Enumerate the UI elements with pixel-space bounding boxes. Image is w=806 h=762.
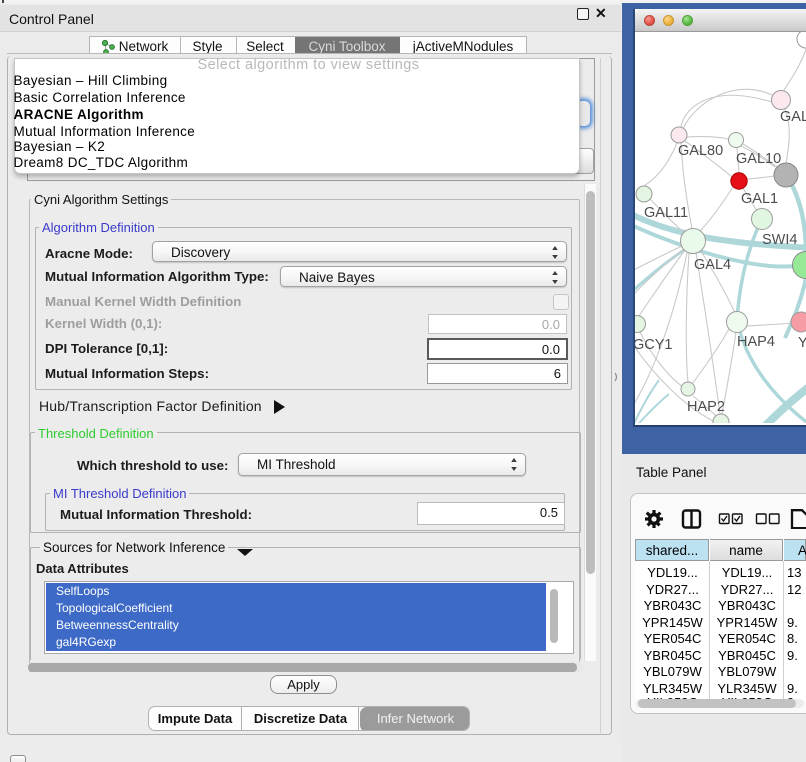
svg-text:GAL11: GAL11 (644, 205, 688, 221)
svg-text:YE: YE (798, 335, 806, 351)
svg-text:GAL80: GAL80 (678, 143, 723, 159)
svg-text:GAL4: GAL4 (694, 257, 731, 273)
svg-text:GAL7: GAL7 (780, 109, 806, 125)
svg-text:GAL10: GAL10 (736, 151, 781, 167)
svg-text:HAP4: HAP4 (737, 334, 775, 350)
svg-text:GCY1: GCY1 (635, 337, 673, 353)
svg-text:GAL1: GAL1 (741, 191, 778, 207)
svg-text:SWI4: SWI4 (762, 232, 797, 248)
svg-text:HAP2: HAP2 (687, 399, 725, 415)
